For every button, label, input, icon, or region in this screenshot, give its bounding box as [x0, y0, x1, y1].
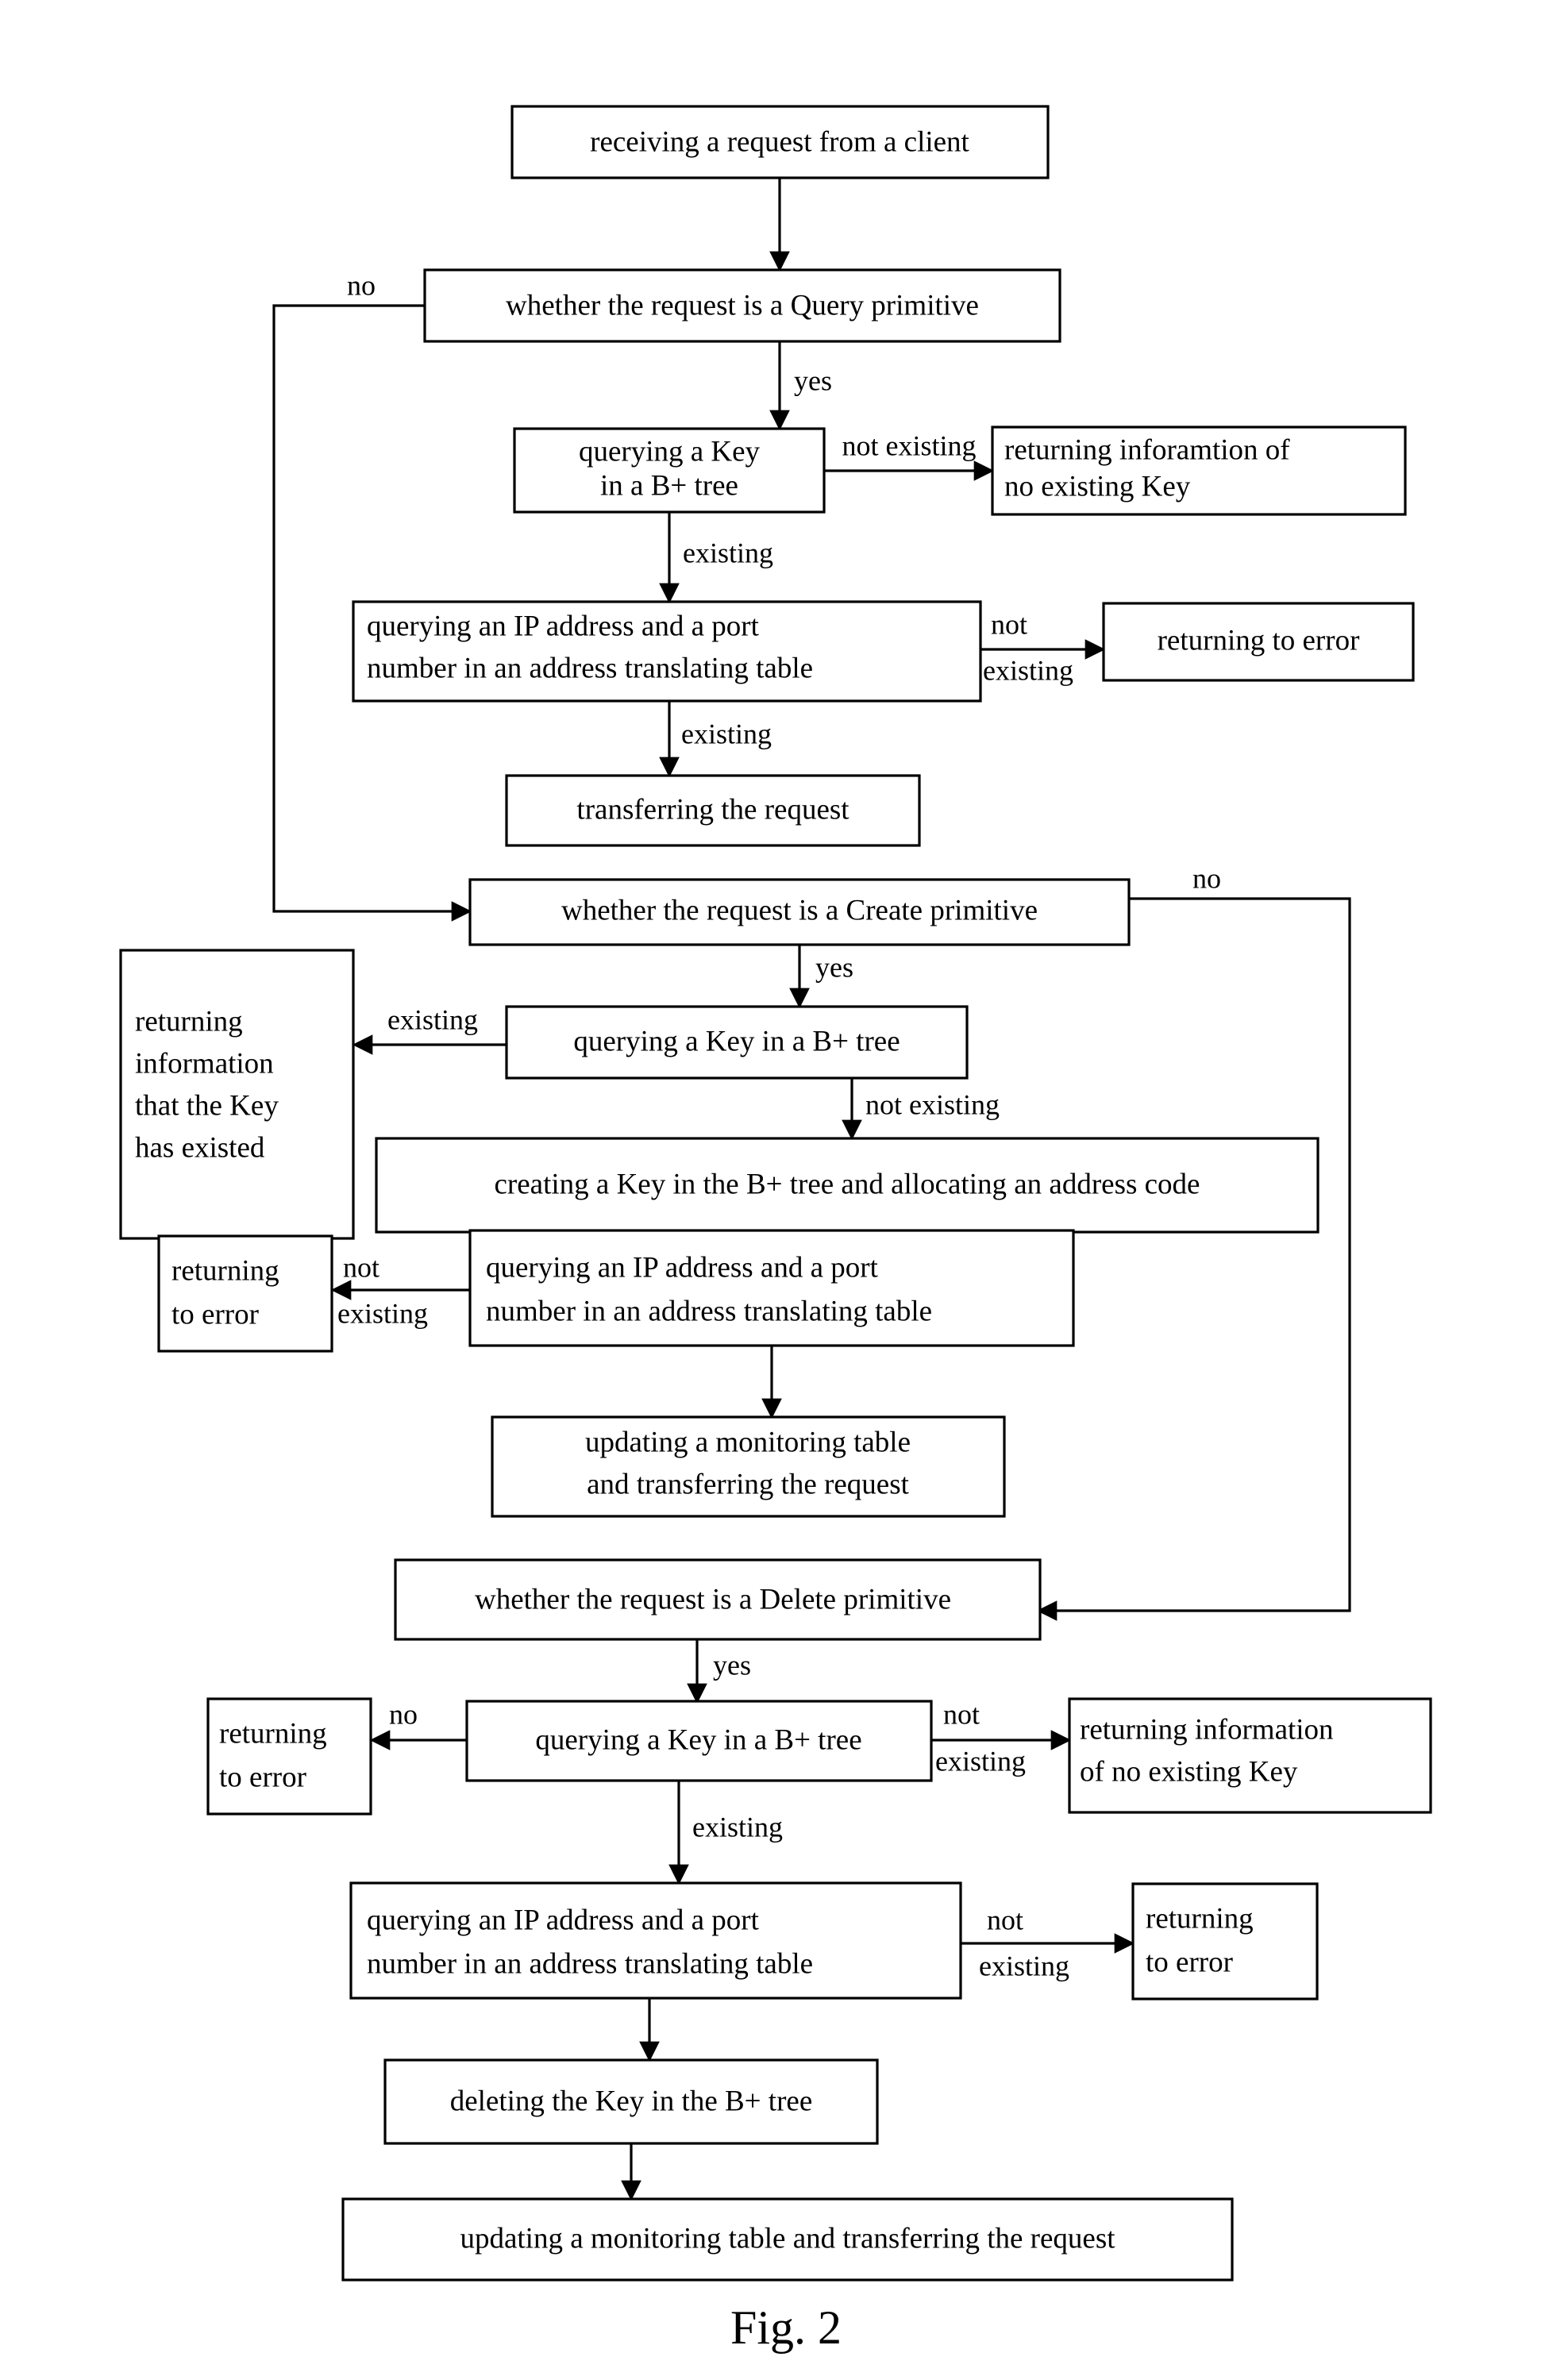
node-delete-key-btree-label: deleting the Key in the B+ tree	[450, 2085, 813, 2117]
node-query-key-btree-2: querying a Key in a B+ tree	[505, 1005, 969, 1080]
node-return-no-key-info-2-line2: of no existing Key	[1080, 1755, 1298, 1788]
edge-label-key3-no: no	[389, 1698, 418, 1730]
node-return-no-key-info-2: returning information of no existing Key	[1068, 1697, 1432, 1814]
node-query-ip-port-1-line1: querying an IP address and a port	[367, 610, 760, 642]
node-receive-request-label: receiving a request from a client	[590, 125, 969, 158]
edge-label-ip1-existing: existing	[983, 654, 1073, 686]
node-return-no-key-info-1-line1: returning inforamtion of	[1004, 433, 1290, 466]
node-key-has-existed-line4: has existed	[135, 1131, 265, 1164]
node-key-has-existed-line2: information	[135, 1047, 274, 1080]
edge-label-key2-not-existing: not existing	[865, 1088, 1000, 1120]
node-key-has-existed: returning information that the Key has e…	[119, 949, 355, 1240]
edge-label-ip3-not: not	[987, 1904, 1023, 1935]
node-is-query: whether the request is a Query primitive	[423, 268, 1061, 343]
figure-caption: Fig. 2	[730, 2301, 842, 2354]
node-transfer-request: transferring the request	[505, 774, 921, 847]
node-update-transfer-2: updating a monitoring table and transfer…	[491, 1415, 1006, 1518]
node-create-key-alloc: creating a Key in the B+ tree and alloca…	[375, 1137, 1320, 1234]
edge-label-ip1-not: not	[991, 608, 1027, 640]
node-query-key-btree-1-line2: in a B+ tree	[600, 469, 738, 502]
node-return-error-2-line2: to error	[171, 1298, 259, 1330]
node-is-query-label: whether the request is a Query primitive	[506, 289, 979, 322]
node-return-error-2: returning to error	[157, 1234, 333, 1353]
edge-label-ip2-not: not	[343, 1251, 379, 1283]
node-update-transfer-2-line2: and transferring the request	[587, 1468, 910, 1500]
node-is-create-label: whether the request is a Create primitiv…	[561, 894, 1038, 926]
node-is-delete: whether the request is a Delete primitiv…	[394, 1558, 1042, 1641]
node-query-ip-port-2-line1: querying an IP address and a port	[486, 1251, 879, 1284]
edge-label-ip1-existing-down: existing	[681, 718, 772, 749]
edge-label-key3-existing-down: existing	[692, 1811, 783, 1843]
flowchart-svg: receiving a request from a client whethe…	[119, 105, 1432, 2354]
node-query-key-btree-3: querying a Key in a B+ tree	[465, 1700, 933, 1782]
edge-label-query-no: no	[347, 269, 376, 301]
node-return-error-1: returning to error	[1102, 602, 1415, 682]
node-key-has-existed-line3: that the Key	[135, 1089, 279, 1122]
node-return-no-key-info-1: returning inforamtion of no existing Key	[991, 426, 1407, 516]
node-query-key-btree-2-label: querying a Key in a B+ tree	[573, 1025, 900, 1057]
edge-label-ip3-existing: existing	[979, 1950, 1069, 1981]
node-return-error-3: returning to error	[206, 1697, 372, 1816]
node-receive-request: receiving a request from a client	[510, 105, 1050, 179]
edge-label-key3-existing-right: existing	[935, 1745, 1026, 1777]
edge-label-ip2-existing: existing	[337, 1297, 428, 1329]
node-query-ip-port-2: querying an IP address and a port number…	[468, 1229, 1075, 1347]
node-is-create: whether the request is a Create primitiv…	[468, 878, 1131, 946]
node-update-transfer-3: updating a monitoring table and transfer…	[341, 2197, 1234, 2282]
node-query-ip-port-3-line1: querying an IP address and a port	[367, 1904, 760, 1936]
node-return-error-4-line1: returning	[1146, 1902, 1254, 1935]
node-is-delete-label: whether the request is a Delete primitiv…	[475, 1583, 951, 1615]
node-query-ip-port-1: querying an IP address and a port number…	[352, 600, 982, 703]
node-query-key-btree-1-line1: querying a Key	[579, 435, 761, 468]
node-return-error-2-line1: returning	[171, 1254, 279, 1287]
node-return-error-1-label: returning to error	[1158, 624, 1360, 657]
node-key-has-existed-line1: returning	[135, 1005, 243, 1038]
edge-label-key2-existing: existing	[387, 1003, 478, 1035]
node-query-ip-port-3-line2: number in an address translating table	[367, 1947, 813, 1980]
node-delete-key-btree: deleting the Key in the B+ tree	[383, 2058, 879, 2145]
figure-container: receiving a request from a client whethe…	[0, 0, 1568, 2376]
node-return-error-3-line2: to error	[219, 1761, 306, 1793]
edge-label-create-no: no	[1192, 862, 1221, 894]
node-update-transfer-3-label: updating a monitoring table and transfer…	[460, 2222, 1115, 2255]
edge-label-create-yes: yes	[815, 951, 853, 983]
connector-iscreate-no-to-isdelete	[1036, 897, 1351, 1621]
edge-label-key1-existing: existing	[683, 537, 773, 568]
edge-label-delete-yes: yes	[713, 1649, 751, 1681]
node-return-error-4-line2: to error	[1146, 1946, 1233, 1978]
node-return-error-3-line1: returning	[219, 1717, 327, 1750]
node-return-no-key-info-1-line2: no existing Key	[1004, 470, 1191, 503]
edge-label-key3-not: not	[943, 1698, 980, 1730]
node-query-ip-port-2-line2: number in an address translating table	[486, 1295, 932, 1327]
node-return-error-4: returning to error	[1131, 1882, 1319, 2001]
node-create-key-alloc-label: creating a Key in the B+ tree and alloca…	[495, 1168, 1200, 1200]
node-query-key-btree-1: querying a Key in a B+ tree	[513, 427, 826, 514]
node-query-ip-port-1-line2: number in an address translating table	[367, 652, 813, 684]
edge-label-query-yes: yes	[794, 364, 832, 396]
node-transfer-request-label: transferring the request	[576, 793, 849, 826]
node-query-key-btree-3-label: querying a Key in a B+ tree	[535, 1723, 861, 1756]
node-return-no-key-info-2-line1: returning information	[1080, 1713, 1334, 1746]
node-query-ip-port-3: querying an IP address and a port number…	[349, 1881, 962, 2000]
node-update-transfer-2-line1: updating a monitoring table	[585, 1426, 911, 1458]
edge-label-key1-not-existing: not existing	[842, 429, 977, 461]
